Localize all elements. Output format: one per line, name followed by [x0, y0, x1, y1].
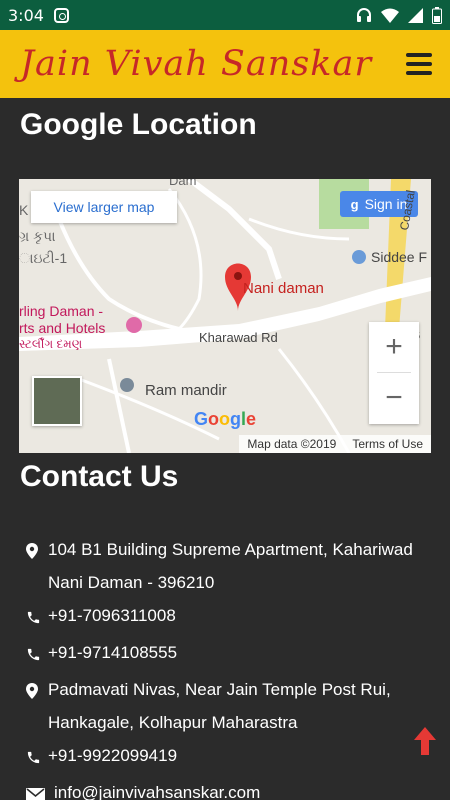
battery-icon [432, 6, 442, 24]
status-time: 3:04 [8, 5, 44, 25]
google-plus-icon: g [350, 196, 359, 212]
google-map[interactable]: K ગ્ર કૃપા ાઇટી-1 Dam 35 View larger map… [19, 179, 431, 453]
map-label-kharawad: Kharawad Rd [199, 330, 278, 345]
terms-of-use-link[interactable]: Terms of Use [352, 437, 423, 451]
map-label-k: K [19, 202, 29, 218]
app-header: Jain Vivah Sanskar [0, 30, 450, 98]
contact-email[interactable]: info@jainvivahsanskar.com [26, 776, 426, 800]
contact-us-title: Contact Us [20, 460, 179, 493]
map-data-text: Map data ©2019 [247, 437, 337, 451]
google-logo: Google [194, 409, 257, 429]
map-footer: Map data ©2019 Terms of Use [239, 435, 431, 453]
view-larger-map-link[interactable]: View larger map [31, 191, 177, 223]
instagram-notification-icon [53, 7, 69, 23]
zoom-in-button[interactable]: + [369, 322, 419, 372]
map-label-gujarati-1: ગ્ર કૃપા [19, 228, 56, 244]
google-location-title: Google Location [20, 108, 257, 141]
contact-phone-2[interactable]: +91-9714108555 [26, 636, 426, 673]
contact-address-1: 104 B1 Building Supreme Apartment, Kahar… [26, 533, 426, 599]
zoom-out-button[interactable]: − [369, 373, 419, 423]
contact-phone-2-text[interactable]: +91-9714108555 [48, 636, 426, 669]
map-pin-label: Nani daman [243, 280, 324, 297]
contact-address-2: Padmavati Nivas, Near Jain Temple Post R… [26, 673, 426, 739]
scroll-to-top-arrow-icon[interactable] [414, 727, 436, 760]
contact-email-text[interactable]: info@jainvivahsanskar.com [54, 776, 426, 800]
contact-address-2-text: Padmavati Nivas, Near Jain Temple Post R… [48, 680, 391, 732]
location-pin-icon [26, 677, 40, 710]
wifi-icon [381, 8, 399, 23]
map-label-gujarati-2: ાઇટી-1 [19, 250, 67, 266]
headphones-icon [356, 7, 372, 23]
location-pin-icon [26, 537, 40, 570]
site-logo[interactable]: Jain Vivah Sanskar [20, 44, 372, 84]
map-label-sterling-2: rts and Hotels [19, 320, 106, 336]
map-label-dam: Dam [169, 179, 196, 188]
phone-icon [26, 603, 40, 636]
contact-address-1-text: 104 B1 Building Supreme Apartment, Kahar… [48, 540, 413, 592]
contact-phone-3-text[interactable]: +91-9922099419 [48, 739, 426, 772]
map-label-sterling-1: rling Daman - [19, 303, 104, 319]
contact-phone-1[interactable]: +91-7096311008 [26, 599, 426, 636]
map-label-ram-mandir: Ram mandir [145, 382, 227, 399]
satellite-toggle[interactable] [32, 376, 82, 426]
envelope-icon [26, 780, 46, 800]
contact-phone-1-text[interactable]: +91-7096311008 [48, 599, 426, 632]
phone-icon [26, 640, 40, 673]
map-label-sterling-gujarati: સ્ટર્લીંગ દમણ [19, 337, 83, 351]
map-label-siddee: Siddee F [371, 249, 428, 265]
contact-phone-3[interactable]: +91-9922099419 [26, 739, 426, 776]
phone-icon [26, 743, 40, 776]
status-bar: 3:04 [0, 0, 450, 30]
hamburger-menu-icon[interactable] [406, 53, 432, 75]
zoom-controls: + − [369, 322, 419, 424]
contact-list: 104 B1 Building Supreme Apartment, Kahar… [26, 533, 426, 800]
cell-signal-icon [408, 7, 423, 23]
